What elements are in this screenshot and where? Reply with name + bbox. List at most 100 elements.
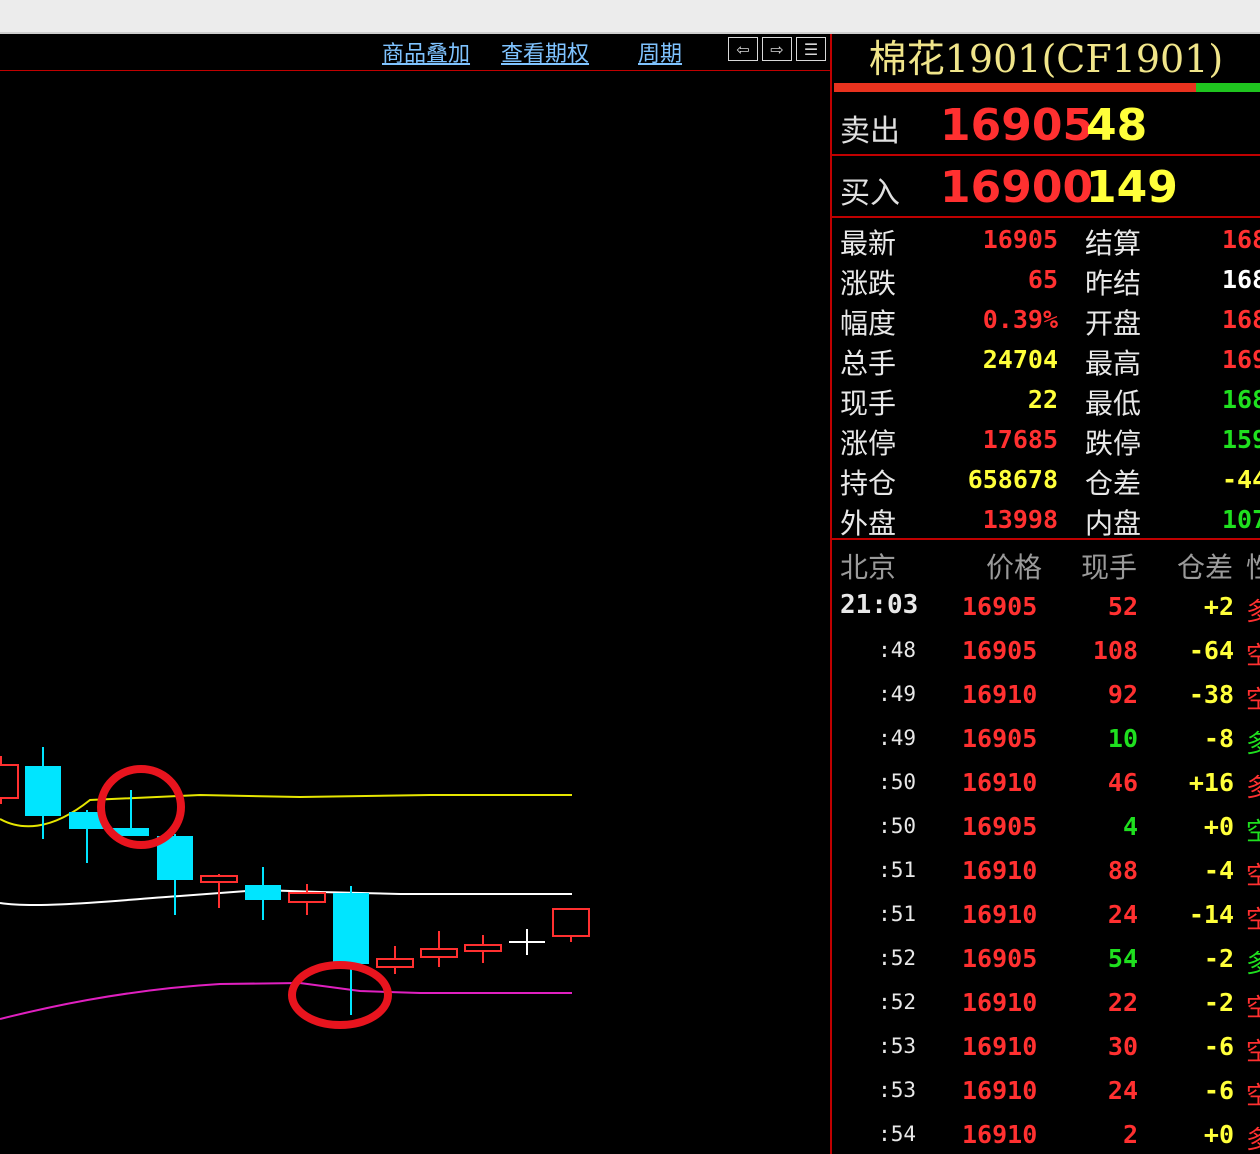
- tick-volume: 52: [1107, 592, 1138, 621]
- candle: [25, 747, 61, 839]
- quote-panel: 棉花1901(CF1901) 卖出 16905 48 买入 16900 149 …: [832, 34, 1260, 1154]
- tick-oi-change: -8: [1203, 724, 1234, 753]
- tick-time: :51: [878, 902, 916, 926]
- tick-time: :51: [878, 858, 916, 882]
- tick-row[interactable]: :51 16910 88 -4 空: [832, 854, 1260, 898]
- stat-label: 持仓: [840, 467, 897, 500]
- bid-ask-ratio-bar: [834, 83, 1260, 92]
- stat-value: 65: [1027, 265, 1058, 294]
- candle: [420, 931, 458, 967]
- tick-time: :50: [878, 770, 916, 794]
- kline-svg: [0, 747, 590, 1029]
- tick-price: 16905: [962, 636, 1038, 665]
- stat-value: 159: [1222, 425, 1260, 454]
- ask-row[interactable]: 卖出 16905 48: [832, 94, 1260, 154]
- ask-price: 16905: [940, 100, 1094, 151]
- stat-label: 跌停: [1085, 427, 1142, 460]
- tick-row[interactable]: :48 16905 108 -64 空: [832, 634, 1260, 678]
- tick-row[interactable]: :53 16910 24 -6 空: [832, 1074, 1260, 1118]
- stat-label: 涨跌: [840, 267, 897, 300]
- candle: [0, 756, 19, 804]
- tick-oi-change: -64: [1188, 636, 1234, 665]
- tick-volume: 10: [1107, 724, 1138, 753]
- tick-oi-change: -38: [1188, 680, 1234, 709]
- separator: [832, 538, 1260, 540]
- candle: [464, 935, 502, 963]
- tick-nature: 空: [1246, 1081, 1260, 1110]
- tick-time: :52: [878, 946, 916, 970]
- candle: [245, 867, 281, 920]
- tick-nature: 多: [1246, 729, 1260, 758]
- tick-nature: 多: [1246, 949, 1260, 978]
- tick-time: 21:03: [840, 590, 919, 620]
- tick-time: :50: [878, 814, 916, 838]
- candle: [552, 908, 590, 942]
- tick-row[interactable]: :51 16910 24 -14 空: [832, 898, 1260, 942]
- tick-nature: 多: [1246, 1125, 1260, 1154]
- candle: [509, 929, 545, 955]
- bid-row[interactable]: 买入 16900 149: [832, 156, 1260, 216]
- tick-row[interactable]: :49 16910 92 -38 空: [832, 678, 1260, 722]
- tick-oi-change: -6: [1203, 1076, 1234, 1105]
- candle: [376, 946, 414, 974]
- stat-value: 13998: [982, 505, 1058, 534]
- tick-time: :49: [878, 726, 916, 750]
- tick-row[interactable]: :54 16910 2 +0 多: [832, 1118, 1260, 1154]
- stat-value: 169: [1222, 345, 1260, 374]
- stat-label: 最低: [1085, 387, 1142, 420]
- tick-time: :53: [878, 1078, 916, 1102]
- tick-row[interactable]: :52 16905 54 -2 多: [832, 942, 1260, 986]
- tick-oi-change: -4: [1203, 856, 1234, 885]
- tick-row[interactable]: :52 16910 22 -2 空: [832, 986, 1260, 1030]
- tick-row[interactable]: 21:03 16905 52 +2 多: [832, 590, 1260, 634]
- stat-value: 168: [1222, 225, 1260, 254]
- stat-label: 仓差: [1085, 467, 1142, 500]
- tick-nature: 空: [1246, 905, 1260, 934]
- bid-label: 买入: [840, 176, 900, 211]
- stat-label: 开盘: [1085, 307, 1142, 340]
- stat-value: 168: [1222, 305, 1260, 334]
- tick-header-time: 北京: [840, 551, 897, 584]
- tick-price: 16910: [962, 856, 1038, 885]
- candle: [288, 884, 326, 915]
- tick-nature: 空: [1246, 641, 1260, 670]
- tick-volume: 24: [1107, 1076, 1138, 1105]
- ma-magenta-line: [0, 981, 572, 1020]
- stat-label: 幅度: [840, 307, 897, 340]
- tick-volume: 22: [1107, 988, 1138, 1017]
- tick-nature: 空: [1246, 993, 1260, 1022]
- tick-nature: 空: [1246, 685, 1260, 714]
- stat-label: 昨结: [1085, 267, 1142, 300]
- tick-oi-change: -2: [1203, 988, 1234, 1017]
- tick-row[interactable]: :50 16905 4 +0 空: [832, 810, 1260, 854]
- tick-price: 16905: [962, 944, 1038, 973]
- tick-header-oi-change: 仓差: [1177, 551, 1234, 584]
- tick-row[interactable]: :49 16905 10 -8 多: [832, 722, 1260, 766]
- tick-price: 16905: [962, 592, 1038, 621]
- tick-volume: 46: [1107, 768, 1138, 797]
- tick-volume: 2: [1122, 1120, 1138, 1149]
- tick-oi-change: +0: [1203, 1120, 1234, 1149]
- tick-nature: 空: [1246, 817, 1260, 846]
- stat-value: 168: [1222, 385, 1260, 414]
- stat-value: 658678: [967, 465, 1058, 494]
- tick-price: 16910: [962, 988, 1038, 1017]
- stat-value: -44: [1222, 465, 1260, 494]
- ma-white-line: [0, 888, 572, 906]
- tick-price: 16910: [962, 1032, 1038, 1061]
- stat-label: 现手: [840, 387, 897, 420]
- stat-value: 0.39%: [982, 305, 1058, 334]
- ask-label: 卖出: [840, 114, 900, 149]
- stat-label: 最新: [840, 227, 897, 260]
- kline-chart-area[interactable]: 商品叠加 查看期权 周期 ⇦ ⇨ ☰: [0, 34, 830, 1154]
- tick-price: 16910: [962, 1076, 1038, 1105]
- tick-header-nature: 性: [1246, 546, 1260, 586]
- stat-value: 168: [1222, 265, 1260, 294]
- tick-row[interactable]: :53 16910 30 -6 空: [832, 1030, 1260, 1074]
- tick-oi-change: +2: [1203, 592, 1234, 621]
- tick-time: :49: [878, 682, 916, 706]
- tick-row[interactable]: :50 16910 46 +16 多: [832, 766, 1260, 810]
- candle: [333, 886, 369, 1015]
- candle: [157, 834, 193, 915]
- tick-time: :48: [878, 638, 916, 662]
